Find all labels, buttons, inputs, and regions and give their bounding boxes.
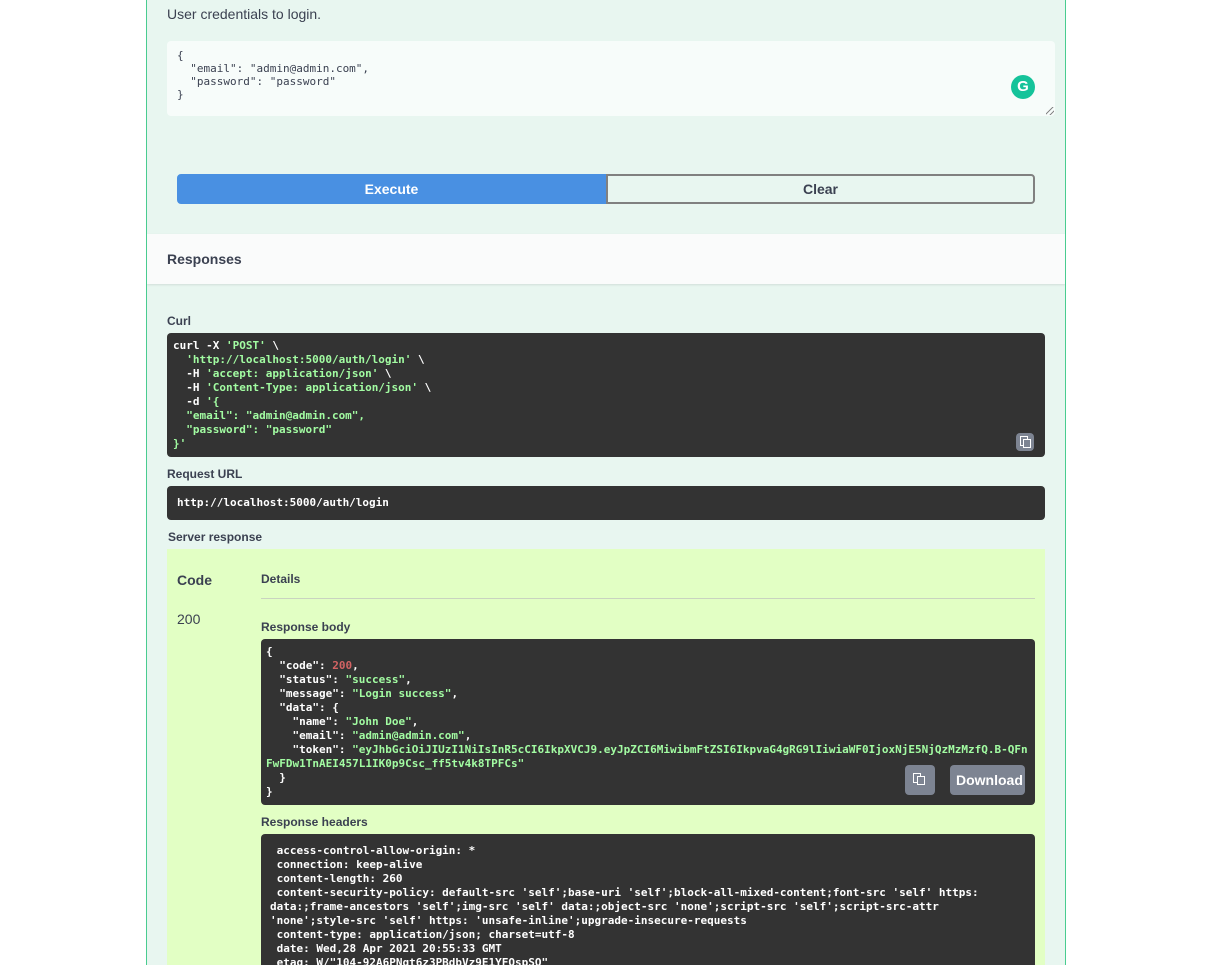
code-token: , (352, 659, 359, 672)
resize-handle-icon[interactable] (1046, 107, 1054, 115)
code-token: "status": (266, 673, 346, 686)
code-token: \ (411, 353, 425, 366)
response-body-line: "code": 200, (266, 659, 359, 672)
string-token: 'POST' (225, 339, 266, 352)
response-body-line: "status": "success", (266, 673, 412, 686)
request-body-description: User credentials to login. (167, 6, 322, 22)
code-token: , (464, 729, 472, 742)
string-token: 'accept: application/json' (206, 367, 379, 380)
response-header-line: data:;frame-ancestors 'self';img-src 'se… (270, 900, 939, 913)
response-body-line: } (266, 785, 273, 798)
clear-button[interactable]: Clear (606, 174, 1035, 204)
server-response-label: Server response (168, 530, 263, 544)
details-column-header: Details (261, 572, 301, 586)
curl-line: }' (173, 437, 186, 450)
responses-title: Responses (167, 251, 242, 267)
code-token: "email": (266, 729, 353, 742)
curl-line: -d '{ (173, 395, 219, 408)
code-token: \ (418, 381, 432, 394)
number-token: 200 (332, 659, 353, 672)
responses-header: Responses (147, 234, 1065, 284)
string-token: "admin@admin.com" (352, 729, 465, 742)
code-token: "name": (266, 715, 346, 728)
code-token: "code": (266, 659, 333, 672)
operation-panel: User credentials to login. { "email": "a… (146, 0, 1066, 965)
code-column-header: Code (177, 572, 212, 588)
response-header-line: content-length: 260 (270, 872, 403, 885)
response-body-line: "name": "John Doe", (266, 715, 418, 728)
curl-line: curl -X 'POST' \ (173, 339, 279, 352)
code-token: "token": (266, 743, 353, 756)
response-header-line: date: Wed,28 Apr 2021 20:55:33 GMT (270, 942, 502, 955)
response-header-line: content-security-policy: default-src 'se… (270, 886, 979, 899)
code-token: , (451, 687, 459, 700)
response-body-line: "email": "admin@admin.com", (266, 729, 471, 742)
response-body-label: Response body (261, 620, 351, 634)
copy-response-body-icon[interactable] (905, 765, 935, 795)
string-token: 'http://localhost:5000/auth/login' (186, 353, 412, 366)
string-token: FwFDw1TnAEI457L1IK0p9Csc_ff5tv4k8TPFCs" (266, 757, 525, 770)
curl-line: "email": "admin@admin.com", (173, 409, 365, 422)
string-token: "success" (345, 673, 406, 686)
curl-line: "password": "password" (173, 423, 332, 436)
grammarly-icon[interactable]: G (1011, 75, 1035, 99)
code-token: \ (378, 367, 392, 380)
request-url-label: Request URL (167, 467, 243, 481)
string-token: '{ (206, 395, 220, 408)
response-body-line: "message": "Login success", (266, 687, 458, 700)
request-url-value[interactable]: http://localhost:5000/auth/login (167, 486, 1045, 520)
response-code: 200 (177, 611, 201, 627)
code-token: } (266, 785, 273, 798)
code-token: "message": (266, 687, 353, 700)
code-token: -d (173, 395, 207, 408)
response-body-line: } (266, 771, 286, 784)
response-body-line: "data": { (266, 701, 339, 714)
string-token: 'Content-Type: application/json' (206, 381, 419, 394)
copy-curl-icon[interactable] (1016, 433, 1034, 451)
server-response-table: Code Details 200 Response body { "code":… (167, 549, 1045, 965)
string-token: "email": "admin@admin.com", (173, 409, 366, 422)
request-body-editor-wrap: { "email": "admin@admin.com", "password"… (167, 41, 1055, 116)
code-token: } (266, 771, 286, 784)
code-token: , (411, 715, 419, 728)
response-headers-label: Response headers (261, 815, 368, 829)
string-token: "John Doe" (345, 715, 412, 728)
code-token: \ (265, 339, 279, 352)
code-token: "data": { (266, 701, 339, 714)
string-token: "Login success" (352, 687, 452, 700)
response-header-line: connection: keep-alive (270, 858, 423, 871)
download-button[interactable]: Download (950, 765, 1025, 795)
string-token: "password": "password" (173, 423, 332, 436)
response-header-line: 'none';style-src 'self' https: 'unsafe-i… (270, 914, 747, 927)
code-token: -H (173, 381, 207, 394)
execute-actions: Execute Clear (177, 174, 1035, 204)
response-header-line: access-control-allow-origin: * (270, 844, 476, 857)
curl-code-block[interactable]: curl -X 'POST' \ 'http://localhost:5000/… (167, 333, 1045, 457)
response-body-line: { (266, 645, 273, 658)
curl-line: -H 'accept: application/json' \ (173, 367, 392, 380)
response-headers-code-block[interactable]: access-control-allow-origin: * connectio… (261, 834, 1035, 965)
execute-button[interactable]: Execute (177, 174, 606, 204)
code-token: { (266, 645, 273, 658)
response-header-line: content-type: application/json; charset=… (270, 928, 575, 941)
code-token: curl -X (173, 339, 226, 352)
curl-line: 'http://localhost:5000/auth/login' \ (173, 353, 425, 366)
request-body-editor[interactable]: { "email": "admin@admin.com", "password"… (167, 41, 1055, 116)
string-token: "eyJhbGciOiJIUzI1NiIsInR5cCI6IkpXVCJ9.ey… (352, 743, 1028, 756)
curl-line: -H 'Content-Type: application/json' \ (173, 381, 431, 394)
header-divider (261, 598, 1035, 599)
curl-label: Curl (167, 314, 191, 328)
string-token: }' (173, 437, 187, 450)
code-token: , (405, 673, 412, 686)
response-body-line: FwFDw1TnAEI457L1IK0p9Csc_ff5tv4k8TPFCs" (266, 757, 524, 770)
code-token: -H (173, 367, 207, 380)
response-header-line: etag: W/"104-92A6PNgt6z3PBdbVz9E1YFQspSQ… (270, 956, 549, 965)
response-body-line: "token": "eyJhbGciOiJIUzI1NiIsInR5cCI6Ik… (266, 743, 1028, 756)
